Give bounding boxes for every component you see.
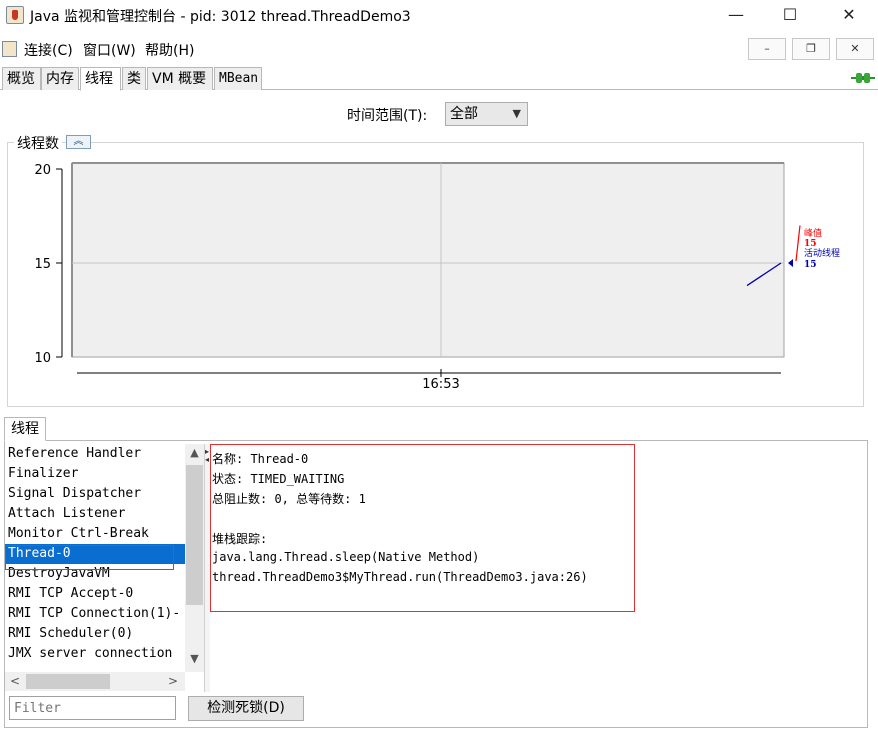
menu-connection[interactable]: 连接(C) [24, 40, 73, 60]
thread-list-item[interactable]: Monitor Ctrl-Break [5, 524, 185, 544]
thread-list-item[interactable]: JMX server connection [5, 644, 185, 664]
maximize-button[interactable]: ☐ [767, 0, 813, 30]
thread-list-item[interactable]: Finalizer [5, 464, 185, 484]
legend-value-active: 15 [804, 260, 817, 270]
stack-trace-header: 堆栈跟踪: [212, 532, 268, 546]
java-window-icon [2, 41, 17, 57]
vertical-scroll-thumb[interactable] [186, 465, 203, 605]
threads-subtab[interactable]: 线程 [4, 417, 46, 441]
selection-highlight-box [5, 545, 174, 570]
series-line-peak [795, 225, 801, 262]
scroll-down-icon[interactable]: ▼ [185, 652, 204, 668]
tab-classes[interactable]: 类 [122, 67, 146, 90]
thread-state-line: 状态: TIMED_WAITING [212, 472, 345, 486]
y-tick-label: 20 [34, 163, 51, 178]
legend-label-active: 活动线程 [804, 247, 840, 259]
close-button[interactable]: ✕ [826, 0, 872, 30]
horizontal-scroll-thumb[interactable] [26, 674, 110, 689]
x-tick-label: 16:53 [422, 377, 459, 392]
time-range-value: 全部 [450, 106, 478, 122]
java-app-icon [6, 6, 24, 24]
tab-mbean[interactable]: MBean [214, 67, 262, 90]
time-range-label: 时间范围(T): [347, 108, 428, 124]
inner-restore-button[interactable]: ❐ [792, 38, 830, 60]
legend-value-peak: 15 [804, 239, 817, 249]
legend-label-peak: 峰值 [804, 227, 822, 239]
scroll-up-icon[interactable]: ▲ [185, 446, 204, 462]
y-tick-label: 10 [34, 351, 51, 366]
y-tick-label: 15 [34, 257, 51, 272]
connection-plug-icon [851, 73, 875, 83]
filter-input[interactable] [9, 696, 176, 720]
tab-overview[interactable]: 概览 [2, 67, 41, 90]
inner-minimize-button[interactable]: – [748, 38, 786, 60]
stack-frame: thread.ThreadDemo3$MyThread.run(ThreadDe… [212, 570, 588, 584]
scroll-right-icon[interactable]: > [165, 672, 181, 691]
tab-memory[interactable]: 内存 [41, 67, 79, 90]
y-ticks: 20 15 10 [34, 163, 62, 366]
scroll-left-icon[interactable]: < [7, 672, 23, 691]
thread-list-item[interactable]: Signal Dispatcher [5, 484, 185, 504]
time-range-select[interactable]: 全部 ▼ [445, 102, 528, 126]
legend: 峰值15活动线程15 [804, 227, 840, 270]
tab-vm-summary[interactable]: VM 概要 [147, 67, 213, 90]
thread-list-item[interactable]: RMI Scheduler(0) [5, 624, 185, 644]
chevron-down-icon: ▼ [512, 107, 521, 120]
window-title: Java 监视和管理控制台 - pid: 3012 thread.ThreadD… [30, 9, 411, 25]
menu-window[interactable]: 窗口(W) [83, 40, 136, 60]
thread-list-item[interactable]: RMI TCP Connection(1)- [5, 604, 185, 624]
thread-count-chart: 201510 16:53 峰值15活动线程15 [34, 162, 840, 392]
menu-help[interactable]: 帮助(H) [145, 40, 194, 60]
splitter-arrows-icon[interactable]: ▸ ◂ [205, 448, 209, 464]
plot-area [71, 162, 785, 358]
series-marker [788, 259, 793, 267]
thread-list-item[interactable]: Reference Handler [5, 444, 185, 464]
tab-threads[interactable]: 线程 [80, 67, 121, 91]
thread-list-item[interactable]: Attach Listener [5, 504, 185, 524]
thread-counts-line: 总阻止数: 0, 总等待数: 1 [212, 492, 366, 506]
thread-name-line: 名称: Thread-0 [212, 452, 309, 466]
x-ticks: 16:53 [422, 369, 460, 392]
thread-list-item[interactable]: RMI TCP Accept-0 [5, 584, 185, 604]
detect-deadlock-button[interactable]: 检测死锁(D) [188, 696, 304, 721]
minimize-button[interactable]: — [713, 0, 759, 30]
inner-close-button[interactable]: ✕ [836, 38, 874, 60]
stack-frame: java.lang.Thread.sleep(Native Method) [212, 550, 480, 564]
